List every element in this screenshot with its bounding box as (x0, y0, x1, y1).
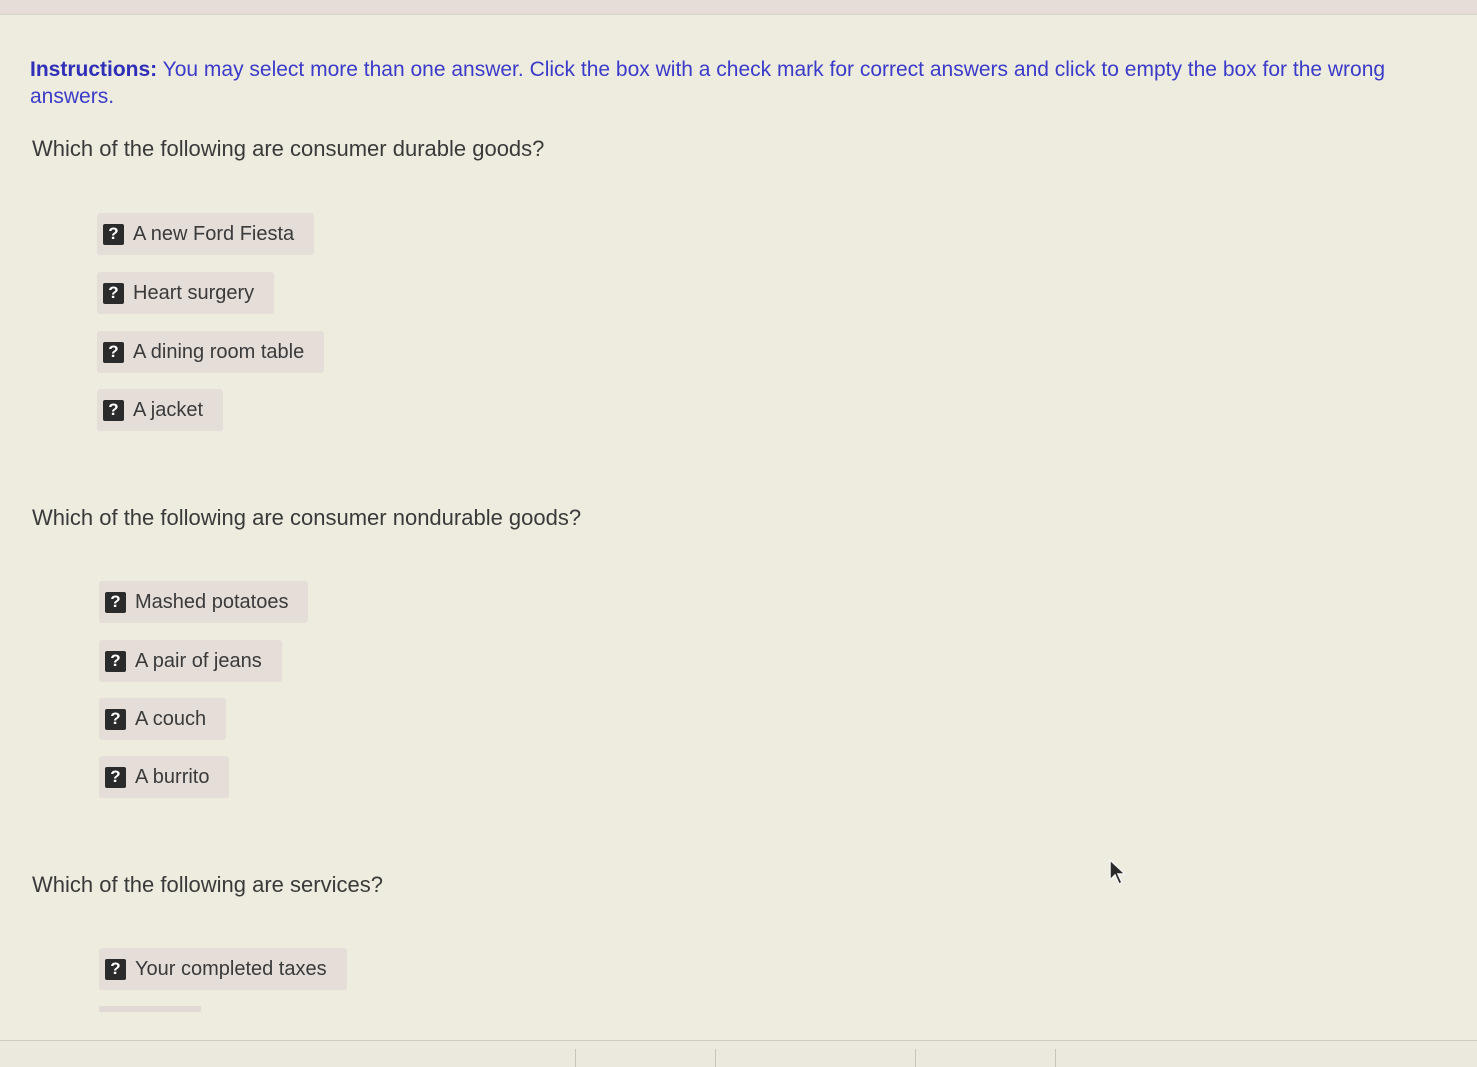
question-mark-icon[interactable]: ? (105, 650, 126, 672)
bottom-bar (0, 1040, 1477, 1067)
question-services: Which of the following are services? (32, 872, 383, 897)
option-label: A new Ford Fiesta (133, 222, 295, 245)
option-dining-room-table[interactable]: ? A dining room table (97, 331, 325, 373)
question-mark-icon[interactable]: ? (105, 766, 126, 788)
option-mashed-potatoes[interactable]: ? Mashed potatoes (99, 581, 309, 623)
option-label: A couch (135, 707, 207, 730)
divider (915, 1049, 916, 1067)
question-mark-icon[interactable]: ? (103, 399, 124, 421)
top-strip (0, 0, 1477, 15)
question-mark-icon[interactable]: ? (105, 591, 126, 613)
question-mark-icon[interactable]: ? (105, 958, 126, 980)
divider (715, 1049, 716, 1067)
option-burrito[interactable]: ? A burrito (99, 756, 230, 798)
question-mark-icon[interactable]: ? (103, 223, 124, 245)
option-label: A dining room table (133, 340, 305, 363)
question-mark-icon[interactable]: ? (103, 282, 124, 304)
question-nondurable-goods: Which of the following are consumer nond… (32, 505, 582, 530)
option-label: Mashed potatoes (135, 590, 289, 613)
option-couch[interactable]: ? A couch (99, 698, 227, 740)
option-heart-surgery[interactable]: ? Heart surgery (97, 272, 275, 314)
question-durable-goods: Which of the following are consumer dura… (32, 136, 545, 161)
instructions: Instructions: You may select more than o… (30, 56, 1430, 110)
option-label: Heart surgery (133, 281, 255, 304)
instructions-text: You may select more than one answer. Cli… (30, 58, 1386, 108)
option-label: Your completed taxes (135, 957, 327, 980)
next-option-partial (99, 1006, 201, 1012)
divider (575, 1049, 576, 1067)
option-completed-taxes[interactable]: ? Your completed taxes (99, 948, 347, 990)
option-pair-of-jeans[interactable]: ? A pair of jeans (99, 640, 282, 682)
question-mark-icon[interactable]: ? (105, 708, 126, 730)
question-mark-icon[interactable]: ? (103, 341, 124, 363)
divider (1055, 1049, 1056, 1067)
instructions-lead: Instructions: (30, 58, 158, 81)
option-label: A jacket (133, 398, 204, 421)
mouse-cursor-icon (1109, 858, 1127, 886)
option-jacket[interactable]: ? A jacket (97, 389, 224, 431)
option-label: A burrito (135, 765, 210, 788)
option-label: A pair of jeans (135, 649, 262, 672)
option-ford-fiesta[interactable]: ? A new Ford Fiesta (97, 213, 315, 255)
